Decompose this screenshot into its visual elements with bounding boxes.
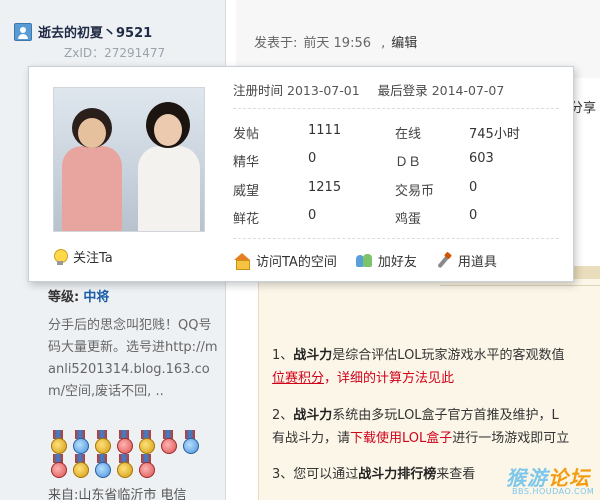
stat-value: 0	[308, 208, 317, 223]
post-meta-sep: ,	[381, 36, 386, 51]
use-tool-label: 用道具	[457, 255, 497, 270]
stat-value: 603	[469, 151, 494, 166]
visit-space-button[interactable]: 访问TA的空间	[233, 251, 337, 270]
bulb-icon	[53, 248, 68, 265]
content-paragraph-1: 1、战斗力是综合评估LOL玩家游戏水平的客观数值 位赛积分，详细的计算方法见此	[272, 344, 600, 390]
add-friend-button[interactable]: 加好友	[355, 251, 417, 270]
friends-icon	[355, 253, 373, 269]
para-text: 进行一场游戏即可立	[452, 431, 570, 446]
para-text: 是综合评估LOL玩家游戏水平的客观数值	[332, 348, 565, 363]
stat-value: 1111	[308, 123, 342, 138]
follow-label: 关注Ta	[73, 251, 113, 266]
medal-icon[interactable]	[136, 454, 156, 478]
user-header: 逝去的初夏丶9521	[14, 22, 152, 41]
popup-actions: 访问TA的空间 加好友 用道具	[233, 251, 515, 270]
medal-icon[interactable]	[114, 430, 134, 454]
user-info-popup: 关注Ta 注册时间 2013-07-01 最后登录 2014-07-07 发帖 111…	[28, 66, 574, 282]
ranking-link[interactable]: 战斗力排行榜	[358, 467, 436, 482]
stat-label: 鸡蛋	[395, 212, 422, 227]
para-text: 来查看	[436, 467, 476, 482]
user-icon	[14, 23, 32, 41]
edit-link[interactable]: 编辑	[391, 36, 417, 51]
content-divider	[440, 285, 600, 286]
stat-label: 交易币	[395, 184, 435, 199]
medal-list	[48, 430, 220, 478]
add-friend-label: 加好友	[377, 255, 417, 270]
stat-value: 0	[308, 151, 317, 166]
medal-icon[interactable]	[48, 454, 68, 478]
stat-label: 在线	[395, 127, 422, 142]
medal-icon[interactable]	[70, 430, 90, 454]
reg-date: 2013-07-01	[287, 83, 360, 98]
stat-label: ＤＢ	[395, 155, 422, 170]
user-location: 来自:山东省临沂市 电信	[48, 488, 187, 500]
medal-icon[interactable]	[180, 430, 200, 454]
medal-icon[interactable]	[114, 454, 134, 478]
reg-label: 注册时间	[233, 83, 284, 98]
medal-icon[interactable]	[92, 454, 112, 478]
post-meta: 发表于: 前天 19:56 , 编辑	[254, 32, 423, 51]
login-date: 2014-07-07	[431, 83, 505, 98]
use-tool-button[interactable]: 用道具	[435, 251, 497, 270]
user-signature: 分手后的思念叫犯贱！QQ号码大量更新。选号进http://manli520131…	[48, 318, 218, 399]
stat-value: 1215	[308, 180, 342, 195]
post-time: 前天 19:56	[303, 36, 371, 51]
rank-score-link[interactable]: 位赛积分	[272, 371, 324, 386]
stat-label: 威望	[233, 184, 260, 199]
user-level: 等级: 中将	[48, 286, 109, 305]
watermark-url: BBS.HOUDAO.COM	[512, 487, 595, 496]
user-avatar[interactable]	[53, 87, 205, 232]
divider	[233, 238, 559, 239]
stat-label: 精华	[233, 155, 260, 170]
para-text: 有战斗力，请	[272, 431, 351, 446]
username-link[interactable]: 逝去的初夏丶9521	[38, 22, 152, 41]
calc-method-link[interactable]: ，详细的计算方法见此	[324, 371, 454, 386]
login-label: 最后登录	[377, 83, 428, 98]
stat-value: 0	[469, 180, 478, 195]
stat-label: 发帖	[233, 127, 260, 142]
para-number: 1、	[272, 348, 294, 363]
level-value[interactable]: 中将	[83, 290, 109, 305]
para-text: 系统由多玩LOL盒子官方首推及维护，L	[332, 408, 559, 423]
user-zxid: ZxID：27291477	[64, 46, 166, 60]
term-link[interactable]: 战斗力	[293, 348, 332, 363]
home-icon	[233, 252, 251, 270]
para-text: 3、您可以通过	[272, 467, 359, 482]
term-text: 战斗力	[293, 408, 333, 423]
stat-value: 745小时	[469, 127, 520, 142]
post-meta-prefix: 发表于:	[254, 36, 298, 51]
stat-value: 0	[469, 208, 478, 223]
follow-button[interactable]: 关注Ta	[53, 247, 113, 266]
medal-icon[interactable]	[70, 454, 90, 478]
content-paragraph-2: 2、战斗力系统由多玩LOL盒子官方首推及维护，L 有战斗力，请下载使用LOL盒子…	[272, 404, 600, 450]
tool-icon	[435, 253, 453, 269]
medal-icon[interactable]	[136, 430, 156, 454]
medal-icon[interactable]	[158, 430, 178, 454]
divider	[233, 108, 559, 109]
registration-info: 注册时间 2013-07-01 最后登录 2014-07-07	[233, 80, 504, 99]
para-number: 2、	[272, 408, 294, 423]
level-label: 等级:	[48, 290, 80, 305]
stat-label: 鲜花	[233, 212, 260, 227]
visit-space-label: 访问TA的空间	[256, 255, 337, 270]
medal-icon[interactable]	[48, 430, 68, 454]
site-watermark: 猴游论坛 BBS.HOUDAO.COM	[506, 462, 600, 500]
medal-icon[interactable]	[92, 430, 112, 454]
download-box-link[interactable]: 下载使用LOL盒子	[350, 431, 452, 446]
